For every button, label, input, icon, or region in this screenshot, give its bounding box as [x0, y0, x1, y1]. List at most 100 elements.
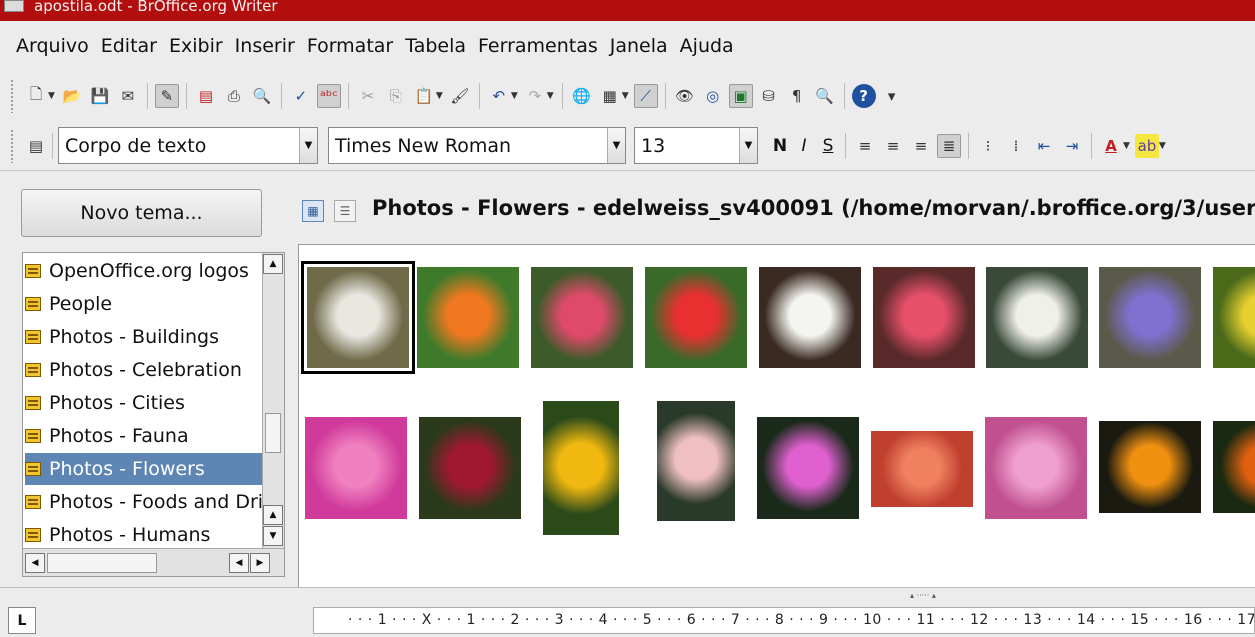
- toolbar-overflow-icon[interactable]: ▾: [880, 84, 904, 108]
- align-left-icon[interactable]: ≡: [853, 134, 877, 158]
- chevron-down-icon[interactable]: ▼: [299, 128, 317, 163]
- bullets-icon[interactable]: ⁞: [1004, 134, 1028, 158]
- spellcheck-icon[interactable]: ✓: [289, 84, 313, 108]
- highlight-icon[interactable]: ab: [1134, 133, 1159, 158]
- navigator-icon[interactable]: ◎: [701, 84, 725, 108]
- clone-formatting-icon[interactable]: 🖌: [448, 84, 472, 108]
- highlight-dropdown-arrow[interactable]: ▼: [1159, 141, 1166, 151]
- align-right-icon[interactable]: ≡: [909, 134, 933, 158]
- menu-inserir[interactable]: Inserir: [235, 35, 295, 57]
- photo-pink-orchid[interactable]: [305, 417, 407, 519]
- theme-item[interactable]: Photos - Humans: [25, 519, 263, 551]
- menu-tabela[interactable]: Tabela: [405, 35, 466, 57]
- undo-icon[interactable]: ↶: [487, 84, 511, 108]
- open-folder-icon[interactable]: 📂: [60, 84, 84, 108]
- photo-salmon-rose[interactable]: [871, 431, 973, 507]
- chevron-down-icon[interactable]: ▼: [739, 128, 757, 163]
- new-theme-button[interactable]: Novo tema...: [21, 189, 262, 237]
- photo-pink-blossoms[interactable]: [873, 267, 975, 368]
- edit-mode-icon[interactable]: ✎: [154, 84, 179, 108]
- new-dropdown-arrow[interactable]: ▼: [48, 91, 55, 101]
- scroll-down-icon[interactable]: ▼: [263, 526, 283, 546]
- theme-item[interactable]: People: [25, 288, 263, 320]
- draw-functions-icon[interactable]: ⟋: [633, 84, 658, 108]
- photo-marigolds[interactable]: [1099, 421, 1201, 513]
- chevron-down-icon[interactable]: ▼: [607, 128, 625, 163]
- decrease-indent-icon[interactable]: ⇤: [1032, 134, 1056, 158]
- photo-purple-crocus[interactable]: [1099, 267, 1201, 368]
- photo-pink-dahlia[interactable]: [757, 417, 859, 519]
- menu-janela[interactable]: Janela: [610, 35, 668, 57]
- font-name-combo[interactable]: Times New Roman ▼: [328, 127, 626, 164]
- copy-icon[interactable]: ⎘: [384, 84, 408, 108]
- export-pdf-icon[interactable]: ▤: [194, 84, 218, 108]
- find-replace-icon[interactable]: 👁: [673, 84, 697, 108]
- scroll-left-icon[interactable]: ◀: [229, 553, 249, 573]
- photo-water-lily[interactable]: [657, 401, 735, 521]
- menu-ajuda[interactable]: Ajuda: [680, 35, 734, 57]
- print-preview-icon[interactable]: 🔍: [250, 84, 274, 108]
- font-color-dropdown-arrow[interactable]: ▼: [1123, 141, 1130, 151]
- table-dropdown-arrow[interactable]: ▼: [622, 91, 629, 101]
- save-icon[interactable]: 💾: [88, 84, 112, 108]
- email-icon[interactable]: ✉: [116, 84, 140, 108]
- photo-pink-aster[interactable]: [985, 417, 1087, 519]
- photo-orange-flower[interactable]: [1213, 421, 1255, 513]
- photo-pink-rose[interactable]: [531, 267, 633, 368]
- photo-dark-rose[interactable]: [419, 417, 521, 519]
- hyperlink-icon[interactable]: 🌐: [570, 84, 594, 108]
- toolbar-grip[interactable]: [10, 128, 14, 163]
- paragraph-style-combo[interactable]: Corpo de texto ▼: [58, 127, 318, 164]
- theme-item[interactable]: Photos - Foods and Drinks: [25, 486, 263, 518]
- cut-icon[interactable]: ✂: [356, 84, 380, 108]
- theme-list-vscrollbar[interactable]: ▲ ▲ ▼: [262, 253, 284, 549]
- bold-button[interactable]: N: [768, 136, 792, 156]
- formatting-marks-icon[interactable]: ¶: [785, 84, 809, 108]
- menu-formatar[interactable]: Formatar: [307, 35, 393, 57]
- styles-formatting-icon[interactable]: ▤: [24, 134, 48, 158]
- menu-exibir[interactable]: Exibir: [169, 35, 223, 57]
- data-sources-icon[interactable]: ⛁: [757, 84, 781, 108]
- photo-cherry-blossoms[interactable]: [986, 267, 1088, 368]
- theme-item[interactable]: Photos - Celebration: [25, 354, 263, 386]
- photo-yellow-field[interactable]: [1213, 267, 1255, 368]
- justify-icon[interactable]: ≣: [937, 133, 961, 158]
- new-document-icon[interactable]: 🗋: [24, 84, 48, 108]
- redo-icon[interactable]: ↷: [523, 84, 547, 108]
- photo-edelweiss[interactable]: [301, 261, 415, 374]
- font-color-icon[interactable]: A: [1099, 134, 1123, 158]
- icon-view-icon[interactable]: ▦: [302, 200, 324, 222]
- numbering-icon[interactable]: ⁝: [976, 134, 1000, 158]
- help-icon[interactable]: ?: [851, 84, 876, 108]
- paste-icon[interactable]: 📋: [412, 84, 436, 108]
- menu-arquivo[interactable]: Arquivo: [16, 35, 89, 57]
- menu-ferramentas[interactable]: Ferramentas: [478, 35, 598, 57]
- photo-white-blossoms[interactable]: [759, 267, 861, 368]
- scroll-left-icon[interactable]: ◀: [25, 553, 45, 573]
- scroll-up-icon[interactable]: ▲: [263, 254, 283, 274]
- increase-indent-icon[interactable]: ⇥: [1060, 134, 1084, 158]
- font-size-combo[interactable]: 13 ▼: [634, 127, 758, 164]
- table-icon[interactable]: ▦: [598, 84, 622, 108]
- paste-dropdown-arrow[interactable]: ▼: [436, 91, 443, 101]
- tab-stop-selector[interactable]: L: [8, 607, 36, 634]
- align-center-icon[interactable]: ≡: [881, 134, 905, 158]
- photo-poppies[interactable]: [417, 267, 519, 368]
- scroll-thumb[interactable]: [265, 413, 281, 453]
- scroll-thumb[interactable]: [47, 553, 157, 573]
- theme-item[interactable]: Photos - Fauna: [25, 420, 263, 452]
- theme-item[interactable]: Photos - Cities: [25, 387, 263, 419]
- horizontal-ruler[interactable]: · · · 1 · · · X · · · 1 · · · 2 · · · 3 …: [313, 607, 1255, 634]
- menu-editar[interactable]: Editar: [101, 35, 157, 57]
- underline-button[interactable]: S: [816, 136, 840, 156]
- theme-item[interactable]: Photos - Buildings: [25, 321, 263, 353]
- zoom-icon[interactable]: 🔍: [813, 84, 837, 108]
- theme-item-selected[interactable]: Photos - Flowers: [25, 453, 263, 485]
- redo-dropdown-arrow[interactable]: ▼: [547, 91, 554, 101]
- gallery-icon[interactable]: ▣: [728, 84, 753, 108]
- scroll-up-icon[interactable]: ▲: [263, 505, 283, 525]
- theme-item[interactable]: OpenOffice.org logos: [25, 255, 263, 287]
- theme-list-hscrollbar[interactable]: ◀ ◀ ▶: [23, 548, 284, 576]
- detailed-view-icon[interactable]: ☰: [334, 200, 356, 222]
- undo-dropdown-arrow[interactable]: ▼: [511, 91, 518, 101]
